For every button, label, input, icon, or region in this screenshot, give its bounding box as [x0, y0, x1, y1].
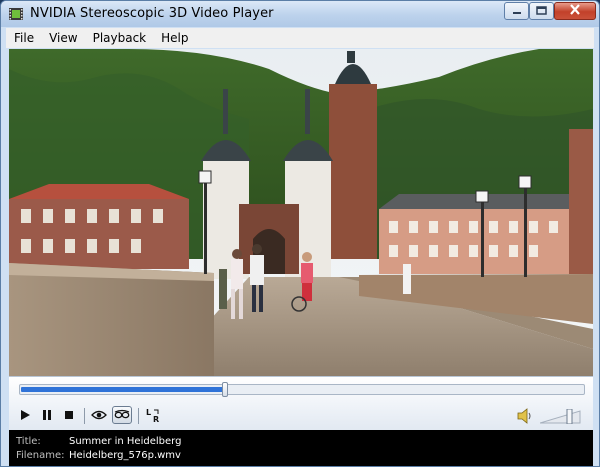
- toolbar-separator: [138, 408, 139, 424]
- stereo-3d-button[interactable]: [112, 406, 132, 424]
- filename-value: Heidelberg_576p.wmv: [69, 450, 181, 461]
- filename-row: Filename: Heidelberg_576p.wmv: [16, 450, 181, 461]
- seek-bar[interactable]: [19, 382, 585, 397]
- player-window: NVIDIA Stereoscopic 3D Video Player File…: [0, 0, 600, 467]
- title-row: Title: Summer in Heidelberg: [16, 436, 181, 447]
- swap-eyes-button[interactable]: LR: [144, 407, 162, 425]
- toolbar-separator: [84, 408, 85, 424]
- menu-help[interactable]: Help: [153, 31, 195, 45]
- filename-label: Filename:: [16, 450, 65, 461]
- maximize-icon: [536, 4, 547, 18]
- pause-icon: [41, 409, 53, 424]
- title-value: Summer in Heidelberg: [69, 436, 182, 447]
- stop-button[interactable]: [60, 407, 78, 425]
- title-bar[interactable]: NVIDIA Stereoscopic 3D Video Player: [1, 1, 599, 27]
- video-frame[interactable]: [9, 49, 593, 376]
- seek-thumb[interactable]: [222, 382, 228, 397]
- volume-slider[interactable]: [539, 408, 584, 425]
- minimize-icon: [512, 4, 522, 18]
- svg-text:R: R: [153, 415, 159, 423]
- speaker-icon[interactable]: [517, 408, 531, 424]
- menu-view[interactable]: View: [41, 31, 84, 45]
- stereo-glasses-icon: [114, 408, 130, 422]
- media-info-panel: Title: Summer in Heidelberg Filename: He…: [9, 430, 593, 466]
- eye-icon: [91, 409, 107, 424]
- close-button[interactable]: [554, 2, 596, 20]
- eye-button[interactable]: [90, 407, 108, 425]
- play-icon: [19, 409, 31, 424]
- pause-button[interactable]: [38, 407, 56, 425]
- stop-icon: [63, 409, 75, 424]
- playback-controls: LR: [9, 376, 593, 430]
- play-button[interactable]: [16, 407, 34, 425]
- church-tower: [329, 84, 377, 259]
- title-label: Title:: [16, 436, 41, 447]
- film-strip-icon: [8, 6, 24, 22]
- close-icon: [569, 4, 581, 18]
- volume-thumb[interactable]: [566, 408, 573, 425]
- menu-bar: File View Playback Help: [6, 28, 594, 48]
- swap-eyes-icon: LR: [145, 407, 161, 426]
- maximize-button[interactable]: [529, 2, 554, 20]
- minimize-button[interactable]: [504, 2, 529, 20]
- seek-progress: [21, 387, 223, 392]
- menu-playback[interactable]: Playback: [85, 31, 154, 45]
- svg-text:L: L: [146, 408, 151, 417]
- window-title: NVIDIA Stereoscopic 3D Video Player: [30, 6, 274, 21]
- menu-file[interactable]: File: [6, 31, 41, 45]
